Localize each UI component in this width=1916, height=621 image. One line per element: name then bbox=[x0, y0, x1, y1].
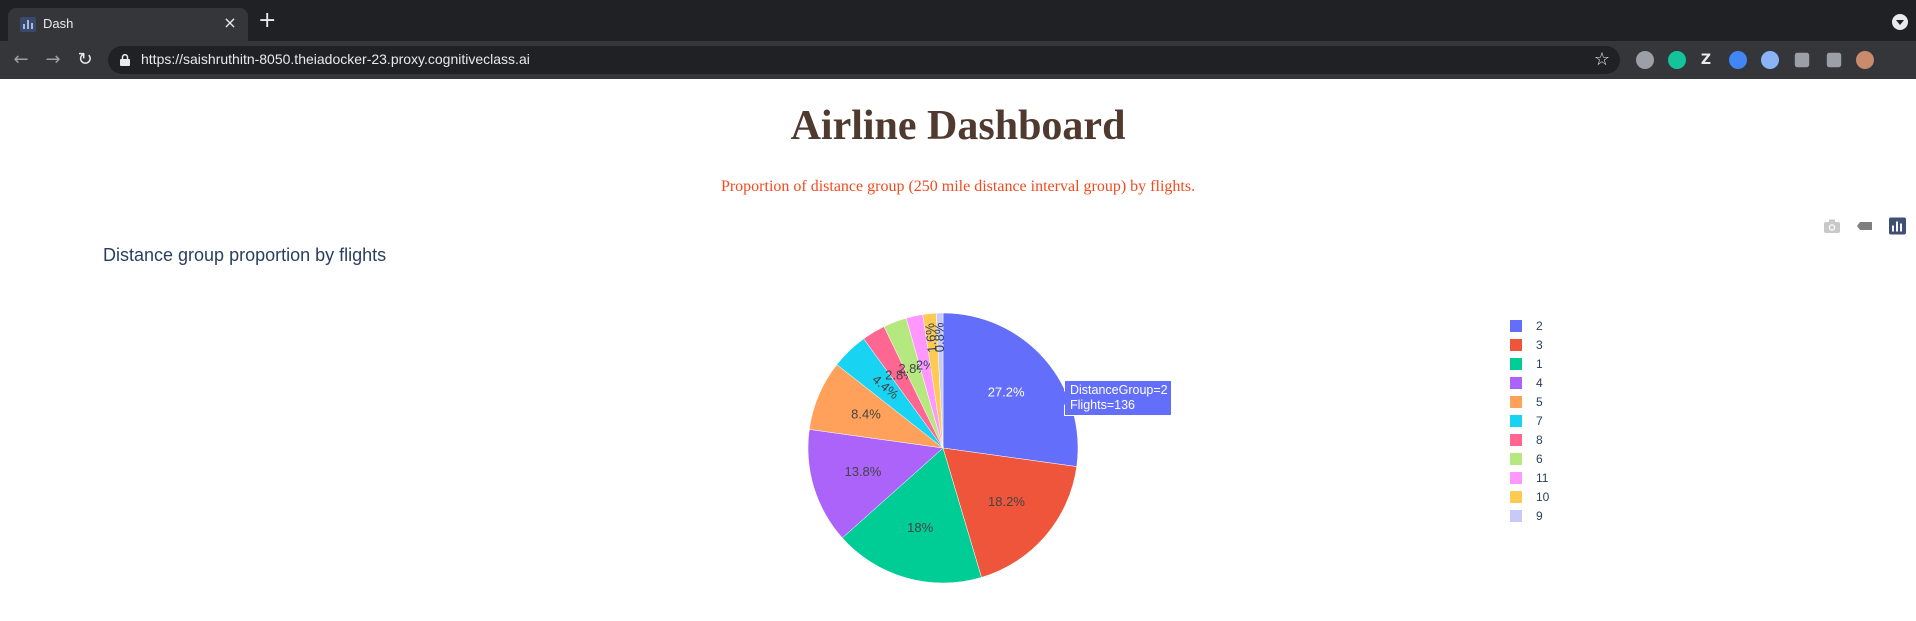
legend-item-6[interactable]: 6 bbox=[1510, 451, 1570, 470]
legend-label: 10 bbox=[1536, 490, 1550, 504]
legend-item-5[interactable]: 5 bbox=[1510, 394, 1570, 413]
legend-label: 9 bbox=[1536, 509, 1543, 523]
legend-item-11[interactable]: 11 bbox=[1510, 470, 1570, 489]
slice-label-5: 8.4% bbox=[851, 407, 881, 422]
legend-label: 6 bbox=[1536, 452, 1543, 466]
legend-item-8[interactable]: 8 bbox=[1510, 432, 1570, 451]
legend-swatch bbox=[1510, 358, 1522, 370]
legend-label: 3 bbox=[1536, 338, 1543, 352]
slice-label-4: 13.8% bbox=[844, 464, 881, 479]
legend-item-2[interactable]: 2 bbox=[1510, 318, 1570, 337]
legend-item-7[interactable]: 7 bbox=[1510, 413, 1570, 432]
legend-label: 4 bbox=[1536, 376, 1543, 390]
legend-label: 2 bbox=[1536, 319, 1543, 333]
legend-label: 7 bbox=[1536, 414, 1543, 428]
legend-item-9[interactable]: 9 bbox=[1510, 508, 1570, 527]
legend-item-3[interactable]: 3 bbox=[1510, 337, 1570, 356]
slice-label-9: 0.8% bbox=[931, 322, 947, 352]
legend-swatch bbox=[1510, 453, 1522, 465]
legend-label: 5 bbox=[1536, 395, 1543, 409]
slice-label-1: 18% bbox=[907, 520, 933, 535]
legend-swatch bbox=[1510, 320, 1522, 332]
legend-swatch bbox=[1510, 472, 1522, 484]
legend-swatch bbox=[1510, 415, 1522, 427]
legend-swatch bbox=[1510, 491, 1522, 503]
legend-swatch bbox=[1510, 510, 1522, 522]
legend-item-10[interactable]: 10 bbox=[1510, 489, 1570, 508]
legend-item-4[interactable]: 4 bbox=[1510, 375, 1570, 394]
tooltip-line-group: DistanceGroup=2 bbox=[1070, 383, 1168, 397]
legend-swatch bbox=[1510, 434, 1522, 446]
legend-label: 11 bbox=[1536, 471, 1549, 485]
slice-label-2: 27.2% bbox=[988, 384, 1025, 399]
legend-swatch bbox=[1510, 377, 1522, 389]
hover-tooltip: DistanceGroup=2 Flights=136 bbox=[1057, 380, 1172, 416]
legend-swatch bbox=[1510, 339, 1522, 351]
pie-chart: 27.2%18.2%18%13.8%8.4%4.4%2.8%2.8%2%1.6%… bbox=[807, 312, 1079, 584]
legend-label: 1 bbox=[1536, 357, 1543, 371]
legend-label: 8 bbox=[1536, 433, 1543, 447]
legend-item-1[interactable]: 1 bbox=[1510, 356, 1570, 375]
slice-label-3: 18.2% bbox=[988, 494, 1025, 509]
tooltip-line-flights: Flights=136 bbox=[1070, 398, 1135, 412]
legend-swatch bbox=[1510, 396, 1522, 408]
chart-legend: 2 3 1 4 5 7 8 6 11 10 9 bbox=[1510, 318, 1570, 527]
